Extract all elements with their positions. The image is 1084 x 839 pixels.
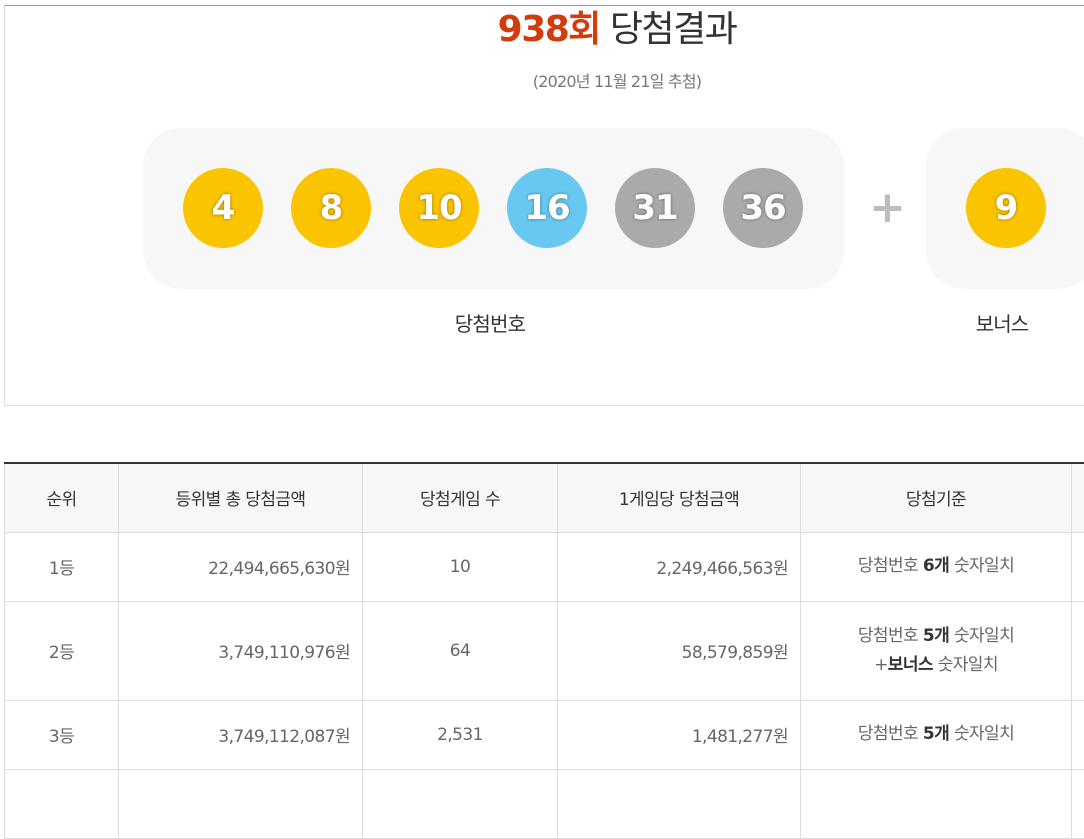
page-title: 938회 당첨결과: [5, 6, 1084, 60]
criteria-line: 당첨번호 6개 숫자일치: [813, 552, 1059, 581]
winning-ball-1: 4: [183, 168, 263, 248]
title-suffix: 당첨결과: [600, 9, 736, 50]
criteria-text: 당첨번호: [858, 626, 923, 646]
winning-ball-4: 16: [507, 168, 587, 248]
criteria-line: +보너스 숫자일치: [813, 651, 1059, 680]
round-number: 938회: [498, 9, 600, 50]
winning-games-cell: 2,531: [363, 700, 558, 769]
criteria-text: 숫자일치: [949, 724, 1014, 744]
bonus-ball: 9: [966, 168, 1046, 248]
table-row: 2등 3,749,110,976원 64 58,579,859원 당첨번호 5개…: [5, 601, 1084, 700]
empty-cell: [363, 769, 558, 838]
criteria-count: 5개: [923, 724, 949, 744]
criteria-text: 당첨번호: [858, 556, 923, 576]
bonus-number-panel: 9: [926, 128, 1084, 289]
winning-ball-3: 10: [399, 168, 479, 248]
rank-cell: 1등: [5, 532, 119, 601]
bonus-label: 보너스: [927, 308, 1077, 337]
winning-ball-5: 31: [615, 168, 695, 248]
winning-games-cell: 10: [363, 532, 558, 601]
table-header-row: 순위 등위별 총 당첨금액 당첨게임 수 1게임당 당첨금액 당첨기준: [5, 463, 1084, 532]
winning-ball-6: 36: [723, 168, 803, 248]
criteria-count: 5개: [923, 626, 949, 646]
extra-cell: [1072, 532, 1084, 601]
column-header-prize-per-game: 1게임당 당첨금액: [558, 463, 801, 532]
prize-per-game-cell: 1,481,277원: [558, 700, 801, 769]
criteria-text: 숫자일치: [949, 556, 1014, 576]
prize-per-game-cell: 2,249,466,563원: [558, 532, 801, 601]
criteria-count: 6개: [923, 556, 949, 576]
winning-numbers-panel: 4 8 10 16 31 36: [143, 128, 844, 289]
column-header-criteria: 당첨기준: [801, 463, 1072, 532]
empty-cell: [5, 769, 119, 838]
total-prize-cell: 22,494,665,630원: [119, 532, 363, 601]
column-header-total-prize: 등위별 총 당첨금액: [119, 463, 363, 532]
empty-cell: [558, 769, 801, 838]
column-header-extra: [1072, 463, 1084, 532]
extra-cell: [1072, 700, 1084, 769]
total-prize-cell: 3,749,112,087원: [119, 700, 363, 769]
empty-cell: [119, 769, 363, 838]
winning-numbers-label: 당첨번호: [405, 308, 575, 337]
criteria-text: 숫자일치: [933, 655, 998, 675]
column-header-winning-games: 당첨게임 수: [363, 463, 558, 532]
extra-cell: [1072, 601, 1084, 700]
table-row: 3등 3,749,112,087원 2,531 1,481,277원 당첨번호 …: [5, 700, 1084, 769]
criteria-cell: 당첨번호 5개 숫자일치 +보너스 숫자일치: [801, 601, 1072, 700]
prize-table: 순위 등위별 총 당첨금액 당첨게임 수 1게임당 당첨금액 당첨기준 1등 2…: [4, 462, 1084, 839]
winning-games-cell: 64: [363, 601, 558, 700]
criteria-cell: 당첨번호 5개 숫자일치: [801, 700, 1072, 769]
table-row: [5, 769, 1084, 838]
draw-result-box: 938회 당첨결과 (2020년 11월 21일 추첨) 4 8 10 16 3…: [4, 5, 1084, 406]
criteria-line: 당첨번호 5개 숫자일치: [813, 622, 1059, 651]
criteria-text: 숫자일치: [949, 626, 1014, 646]
criteria-cell: 당첨번호 6개 숫자일치: [801, 532, 1072, 601]
empty-cell: [801, 769, 1072, 838]
plus-icon: +: [869, 187, 901, 229]
criteria-line: 당첨번호 5개 숫자일치: [813, 720, 1059, 749]
rank-cell: 3등: [5, 700, 119, 769]
criteria-bonus: 보너스: [888, 655, 933, 675]
winning-ball-2: 8: [291, 168, 371, 248]
total-prize-cell: 3,749,110,976원: [119, 601, 363, 700]
table-row: 1등 22,494,665,630원 10 2,249,466,563원 당첨번…: [5, 532, 1084, 601]
column-header-rank: 순위: [5, 463, 119, 532]
criteria-text: +: [874, 655, 888, 675]
criteria-text: 당첨번호: [858, 724, 923, 744]
draw-date: (2020년 11월 21일 추첨): [5, 68, 1084, 92]
rank-cell: 2등: [5, 601, 119, 700]
prize-per-game-cell: 58,579,859원: [558, 601, 801, 700]
empty-cell: [1072, 769, 1084, 838]
